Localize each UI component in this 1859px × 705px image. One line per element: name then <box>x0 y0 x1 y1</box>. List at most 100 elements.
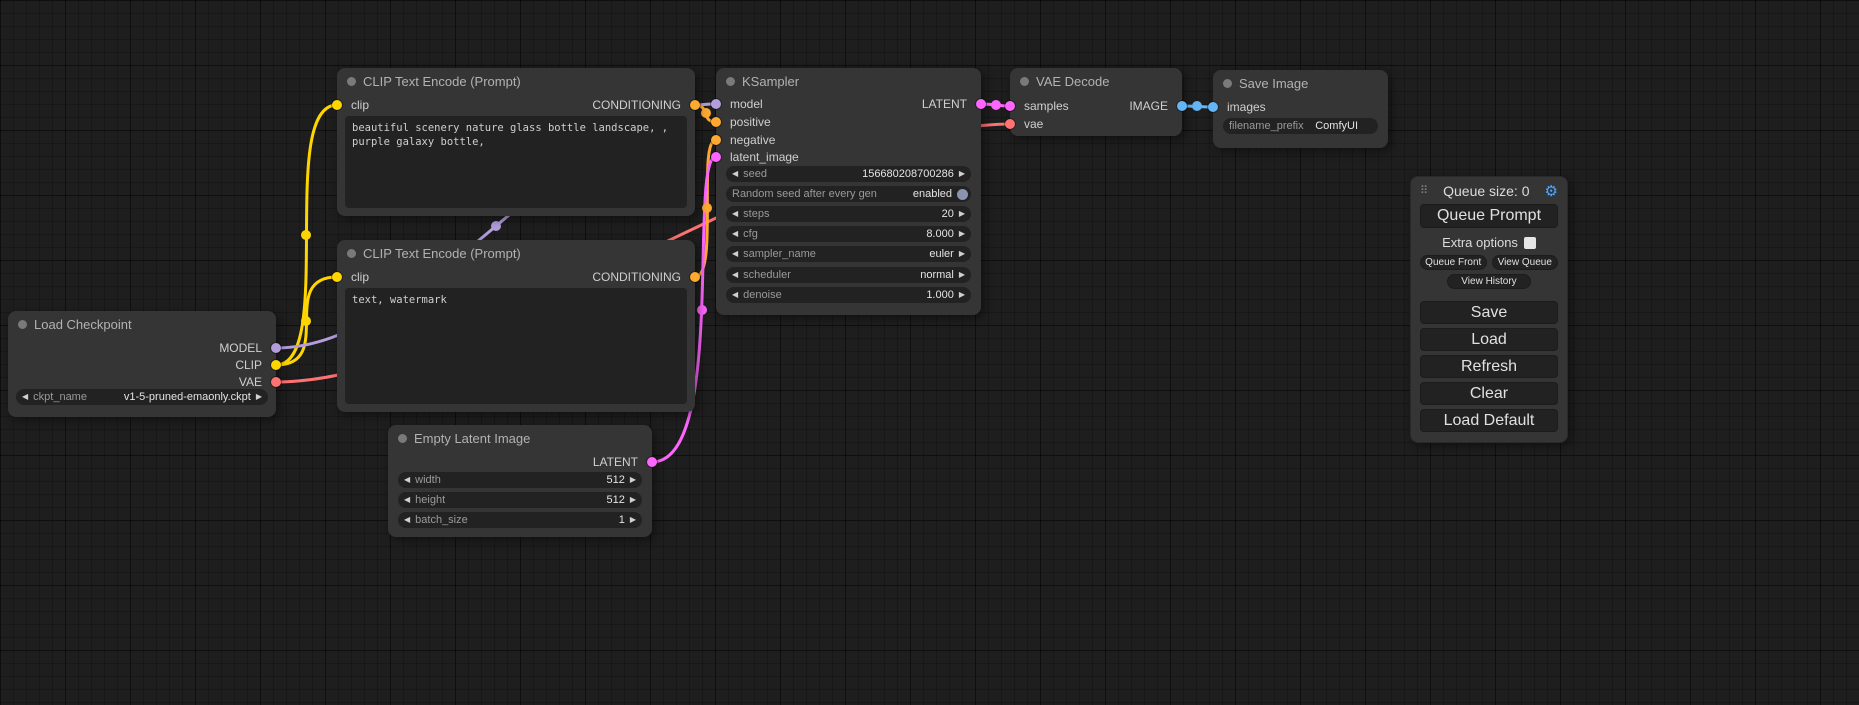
increment-arrow-icon[interactable] <box>630 476 636 484</box>
collapse-icon[interactable] <box>18 320 27 329</box>
seed-toggle-knob[interactable] <box>957 189 968 200</box>
widget-seed[interactable]: seed 156680208700286 <box>726 166 971 182</box>
node-graph-canvas[interactable]: { "colors": { "model": "#b39ddb", "clip"… <box>0 0 1859 705</box>
input-port-clip[interactable] <box>332 272 342 282</box>
node-vae-decode[interactable]: VAE Decode samples vae IMAGE <box>1010 68 1182 136</box>
decrement-arrow-icon[interactable] <box>404 476 410 484</box>
collapse-icon[interactable] <box>347 249 356 258</box>
widget-cfg[interactable]: cfg 8.000 <box>726 226 971 242</box>
input-label-negative: negative <box>730 133 775 147</box>
widget-scheduler[interactable]: scheduler normal <box>726 267 971 283</box>
node-ksampler[interactable]: KSampler model positive negative latent_… <box>716 68 981 315</box>
node-header[interactable]: KSampler <box>716 68 981 94</box>
node-title: VAE Decode <box>1036 74 1109 89</box>
input-label-clip: clip <box>351 270 369 284</box>
increment-arrow-icon[interactable] <box>959 170 965 178</box>
collapse-icon[interactable] <box>726 77 735 86</box>
collapse-icon[interactable] <box>398 434 407 443</box>
input-port-images[interactable] <box>1208 102 1218 112</box>
decrement-arrow-icon[interactable] <box>732 271 738 279</box>
decrement-arrow-icon[interactable] <box>732 250 738 258</box>
prompt-textarea[interactable]: text, watermark <box>345 288 687 404</box>
link-midpoint-dot <box>301 316 311 326</box>
comfy-menu-panel: Queue size: 0 Queue Prompt Extra options… <box>1410 176 1568 443</box>
decrement-arrow-icon[interactable] <box>732 291 738 299</box>
view-history-button[interactable]: View History <box>1447 274 1531 289</box>
input-port-positive[interactable] <box>711 117 721 127</box>
output-port-latent[interactable] <box>647 457 657 467</box>
input-port-samples[interactable] <box>1005 101 1015 111</box>
output-port-latent[interactable] <box>976 99 986 109</box>
input-port-latent-image[interactable] <box>711 152 721 162</box>
increment-arrow-icon[interactable] <box>959 250 965 258</box>
widget-denoise[interactable]: denoise 1.000 <box>726 287 971 303</box>
node-load-checkpoint[interactable]: Load Checkpoint MODEL CLIP VAE ckpt_name… <box>8 311 276 417</box>
node-title: Empty Latent Image <box>414 431 530 446</box>
node-clip-text-encode-negative[interactable]: CLIP Text Encode (Prompt) clip CONDITION… <box>337 240 695 412</box>
extra-options-checkbox[interactable] <box>1524 237 1536 249</box>
output-port-clip[interactable] <box>271 360 281 370</box>
widget-batch-size[interactable]: batch_size 1 <box>398 512 642 528</box>
save-button[interactable]: Save <box>1420 301 1558 324</box>
view-queue-button[interactable]: View Queue <box>1492 255 1559 270</box>
output-port-vae[interactable] <box>271 377 281 387</box>
decrement-arrow-icon[interactable] <box>404 496 410 504</box>
input-port-negative[interactable] <box>711 135 721 145</box>
widget-name: Random seed after every gen <box>732 188 877 200</box>
input-label-samples: samples <box>1024 99 1069 113</box>
input-port-vae[interactable] <box>1005 119 1015 129</box>
queue-prompt-button[interactable]: Queue Prompt <box>1420 204 1558 228</box>
widget-ckpt-name[interactable]: ckpt_name v1-5-pruned-emaonly.ckpt <box>16 389 268 405</box>
queue-controls-row: Queue Front View Queue <box>1420 255 1558 270</box>
decrement-arrow-icon[interactable] <box>732 170 738 178</box>
widget-name: height <box>415 494 445 506</box>
widget-name: scheduler <box>743 269 791 281</box>
widget-width[interactable]: width 512 <box>398 472 642 488</box>
node-header[interactable]: Save Image <box>1213 70 1388 96</box>
increment-arrow-icon[interactable] <box>630 496 636 504</box>
load-default-button[interactable]: Load Default <box>1420 409 1558 432</box>
output-port-conditioning[interactable] <box>690 272 700 282</box>
widget-sampler-name[interactable]: sampler_name euler <box>726 246 971 262</box>
widget-height[interactable]: height 512 <box>398 492 642 508</box>
collapse-icon[interactable] <box>1020 77 1029 86</box>
node-header[interactable]: CLIP Text Encode (Prompt) <box>337 240 695 266</box>
increment-arrow-icon[interactable] <box>959 230 965 238</box>
node-clip-text-encode-positive[interactable]: CLIP Text Encode (Prompt) clip CONDITION… <box>337 68 695 216</box>
increment-arrow-icon[interactable] <box>959 210 965 218</box>
node-header[interactable]: Empty Latent Image <box>388 425 652 451</box>
queue-front-button[interactable]: Queue Front <box>1420 255 1487 270</box>
widget-control-after-generate[interactable]: Random seed after every gen enabled <box>726 186 971 202</box>
settings-gear-icon[interactable] <box>1545 184 1558 199</box>
increment-arrow-icon[interactable] <box>959 291 965 299</box>
widget-steps[interactable]: steps 20 <box>726 206 971 222</box>
decrement-arrow-icon[interactable] <box>22 393 28 401</box>
refresh-button[interactable]: Refresh <box>1420 355 1558 378</box>
input-port-clip[interactable] <box>332 100 342 110</box>
decrement-arrow-icon[interactable] <box>732 210 738 218</box>
link-midpoint-dot <box>697 305 707 315</box>
output-port-model[interactable] <box>271 343 281 353</box>
collapse-icon[interactable] <box>347 77 356 86</box>
output-label-clip: CLIP <box>235 358 262 372</box>
output-port-conditioning[interactable] <box>690 100 700 110</box>
drag-handle-icon[interactable] <box>1420 186 1428 197</box>
widget-filename-prefix[interactable]: filename_prefix ComfyUI <box>1223 118 1378 134</box>
menu-header: Queue size: 0 <box>1420 181 1558 201</box>
node-empty-latent-image[interactable]: Empty Latent Image LATENT width 512 heig… <box>388 425 652 537</box>
increment-arrow-icon[interactable] <box>256 393 262 401</box>
increment-arrow-icon[interactable] <box>630 516 636 524</box>
clear-button[interactable]: Clear <box>1420 382 1558 405</box>
node-header[interactable]: CLIP Text Encode (Prompt) <box>337 68 695 94</box>
node-save-image[interactable]: Save Image images filename_prefix ComfyU… <box>1213 70 1388 148</box>
decrement-arrow-icon[interactable] <box>404 516 410 524</box>
prompt-textarea[interactable]: beautiful scenery nature glass bottle la… <box>345 116 687 208</box>
output-port-image[interactable] <box>1177 101 1187 111</box>
increment-arrow-icon[interactable] <box>959 271 965 279</box>
node-header[interactable]: VAE Decode <box>1010 68 1182 94</box>
collapse-icon[interactable] <box>1223 79 1232 88</box>
input-port-model[interactable] <box>711 99 721 109</box>
load-button[interactable]: Load <box>1420 328 1558 351</box>
decrement-arrow-icon[interactable] <box>732 230 738 238</box>
node-header[interactable]: Load Checkpoint <box>8 311 276 337</box>
